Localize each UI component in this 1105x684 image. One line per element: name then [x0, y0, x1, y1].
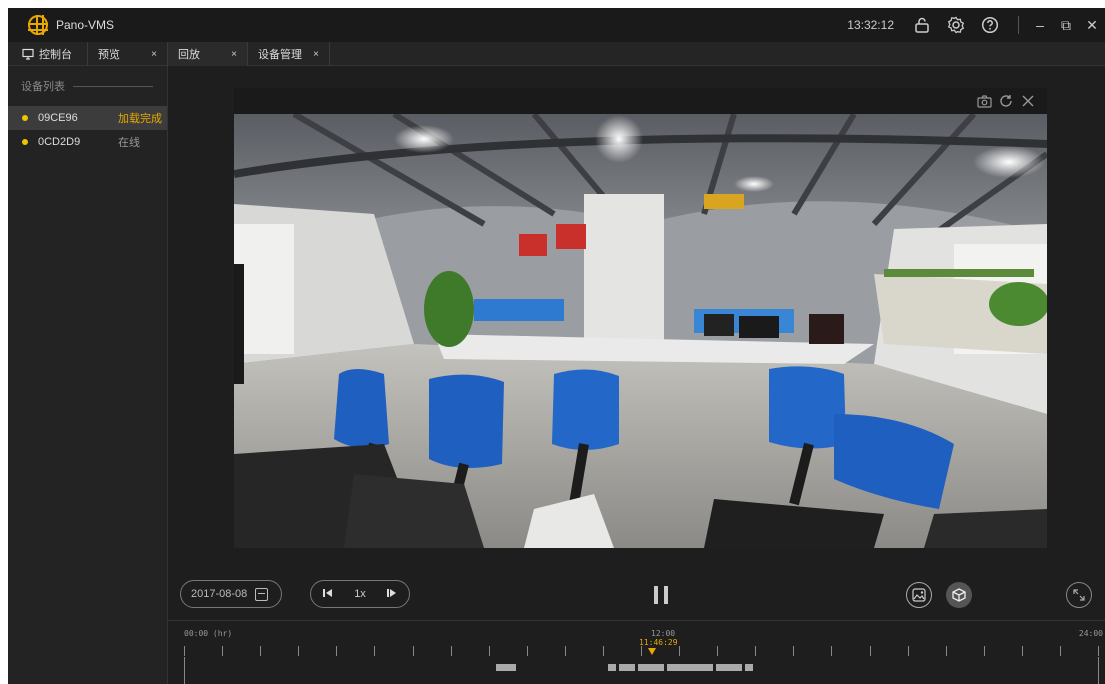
panoramic-office-image — [234, 114, 1047, 548]
timeline-tick — [1098, 646, 1099, 656]
app-window: Pano-VMS 13:32:12 – ⧉ ✕ 控制台 预览 × 回放 × 设备… — [8, 8, 1105, 684]
timeline-tick — [451, 646, 452, 656]
pause-icon[interactable] — [654, 586, 668, 604]
tab-device-management[interactable]: 设备管理 × — [248, 42, 330, 66]
recording-segment[interactable] — [745, 664, 753, 671]
recording-segment[interactable] — [496, 664, 516, 671]
device-item[interactable]: 0CD2D9 在线 — [8, 130, 167, 154]
fullscreen-icon[interactable] — [1066, 582, 1092, 608]
timeline-tick — [222, 646, 223, 656]
status-dot-icon — [22, 115, 28, 121]
timeline[interactable]: 00:00 (hr) 12:00 24:00 11:46:29 — [168, 620, 1105, 684]
device-status: 加载完成 — [118, 113, 162, 125]
tab-console-label: 控制台 — [39, 49, 72, 61]
device-list-title: 设备列表 — [21, 81, 65, 93]
device-status: 在线 — [118, 137, 140, 149]
timeline-tick — [946, 646, 947, 656]
tab-playback[interactable]: 回放 × — [168, 42, 248, 66]
timeline-tick — [336, 646, 337, 656]
device-list-heading: 设备列表 — [8, 66, 167, 106]
video-toolbar — [234, 88, 1047, 114]
minimize-button[interactable]: – — [1027, 8, 1053, 42]
help-icon[interactable] — [980, 15, 1000, 35]
recording-segment[interactable] — [716, 664, 742, 671]
title-bar: Pano-VMS 13:32:12 – ⧉ ✕ — [8, 8, 1105, 42]
title-separator — [1018, 16, 1019, 34]
recording-segment[interactable] — [619, 664, 635, 671]
timeline-tick — [831, 646, 832, 656]
tab-preview-close-icon[interactable]: × — [151, 49, 157, 60]
tab-device-management-label: 设备管理 — [258, 49, 302, 61]
recording-segment[interactable] — [608, 664, 616, 671]
play-next-icon[interactable] — [387, 588, 397, 601]
timeline-ticks — [184, 646, 1099, 656]
timeline-mid-label: 12:00 — [651, 629, 676, 638]
recording-segment[interactable] — [667, 664, 713, 671]
timeline-tick — [413, 646, 414, 656]
close-icon[interactable] — [1019, 93, 1037, 109]
gear-icon[interactable] — [946, 15, 966, 35]
timeline-tick — [527, 646, 528, 656]
video-frame[interactable] — [234, 114, 1047, 548]
monitor-icon — [22, 48, 34, 60]
play-prev-icon[interactable] — [323, 588, 333, 601]
timeline-end-label: 24:00 — [1078, 629, 1103, 638]
date-picker[interactable]: 2017-08-08 — [180, 580, 282, 608]
tab-playback-close-icon[interactable]: × — [231, 49, 237, 60]
date-value: 2017-08-08 — [191, 588, 248, 600]
timeline-tick — [1060, 646, 1061, 656]
timeline-tick — [679, 646, 680, 656]
video-panel — [234, 88, 1047, 548]
tab-device-management-close-icon[interactable]: × — [313, 49, 319, 60]
app-title: Pano-VMS — [56, 18, 115, 32]
title-bar-actions: 13:32:12 – ⧉ ✕ — [847, 8, 1105, 42]
playhead-icon[interactable] — [648, 648, 656, 655]
timeline-tick — [489, 646, 490, 656]
device-sidebar: 设备列表 09CE96 加载完成 0CD2D9 在线 — [8, 66, 168, 684]
status-dot-icon — [22, 139, 28, 145]
recording-segment[interactable] — [638, 664, 664, 671]
lock-icon[interactable] — [912, 15, 932, 35]
timeline-tick — [984, 646, 985, 656]
timeline-tick — [755, 646, 756, 656]
tab-console[interactable]: 控制台 — [8, 42, 88, 66]
tab-preview[interactable]: 预览 × — [88, 42, 168, 66]
timeline-tick — [184, 646, 185, 656]
timeline-tick — [603, 646, 604, 656]
timeline-tick — [870, 646, 871, 656]
tab-playback-label: 回放 — [178, 49, 200, 61]
timeline-tick — [793, 646, 794, 656]
playback-controls: 2017-08-08 1x — [168, 576, 1105, 616]
timeline-tick — [1022, 646, 1023, 656]
app-logo-icon — [28, 15, 48, 35]
calendar-icon — [255, 587, 269, 601]
speed-value: 1x — [354, 588, 366, 600]
tab-bar: 控制台 预览 × 回放 × 设备管理 × — [8, 42, 1105, 66]
refresh-icon[interactable] — [997, 93, 1015, 109]
restore-button[interactable]: ⧉ — [1053, 8, 1079, 42]
clock: 13:32:12 — [847, 18, 894, 32]
timeline-start-label: 00:00 (hr) — [184, 629, 233, 638]
timeline-tick — [374, 646, 375, 656]
tab-preview-label: 预览 — [98, 49, 120, 61]
timeline-tick — [298, 646, 299, 656]
device-name: 09CE96 — [38, 112, 78, 124]
timeline-tick — [908, 646, 909, 656]
device-item[interactable]: 09CE96 加载完成 — [8, 106, 167, 130]
device-name: 0CD2D9 — [38, 136, 81, 148]
timeline-tick — [717, 646, 718, 656]
cube-icon[interactable] — [946, 582, 972, 608]
heading-divider — [73, 85, 153, 87]
speed-control: 1x — [310, 580, 410, 608]
snapshot-icon[interactable] — [975, 93, 993, 109]
close-button[interactable]: ✕ — [1079, 8, 1105, 42]
image-icon[interactable] — [906, 582, 932, 608]
timeline-tick — [260, 646, 261, 656]
timeline-tick — [565, 646, 566, 656]
timeline-tick — [641, 646, 642, 656]
